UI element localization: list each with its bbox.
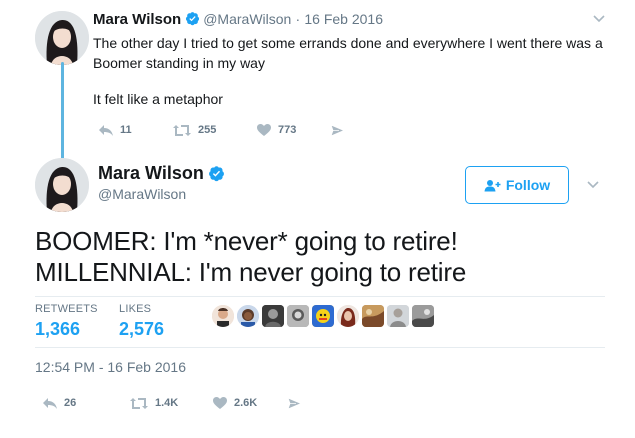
direct-message-icon xyxy=(287,396,302,410)
reply-action[interactable]: 11 xyxy=(98,124,172,137)
divider xyxy=(35,296,605,297)
author-name[interactable]: Mara Wilson xyxy=(93,11,181,28)
like-count: 2.6K xyxy=(234,397,258,409)
chevron-down-icon[interactable] xyxy=(592,14,606,24)
verified-badge-icon xyxy=(186,12,200,26)
main-tweet-avatar[interactable] xyxy=(35,158,89,212)
thread-connector-line xyxy=(61,62,64,160)
reply-icon xyxy=(99,124,113,136)
thread-tweet-header: Mara Wilson @MaraWilson · 16 Feb 2016 xyxy=(93,11,383,28)
main-author-name[interactable]: Mara Wilson xyxy=(98,163,228,184)
retweet-icon xyxy=(173,124,191,136)
liker-avatar[interactable] xyxy=(387,305,409,327)
likes-stat[interactable]: LIKES 2,576 xyxy=(119,303,164,340)
verified-badge-icon xyxy=(208,166,224,182)
reply-count: 26 xyxy=(64,397,77,409)
tweet-text-line: The other day I tried to get some errand… xyxy=(93,35,603,71)
retweets-value: 1,366 xyxy=(35,319,81,339)
heart-icon xyxy=(213,397,227,409)
thread-tweet-text: The other day I tried to get some errand… xyxy=(93,33,613,109)
thread-tweet-actions: 11 255 773 xyxy=(98,123,345,137)
main-tweet-text: BOOMER: I'm *never* going to retire! MIL… xyxy=(35,226,615,288)
liker-avatar[interactable] xyxy=(312,305,334,327)
liker-avatars xyxy=(212,305,437,327)
follow-button[interactable]: Follow xyxy=(465,166,569,204)
main-tweet-actions: 26 1.4K 2.6K xyxy=(42,396,302,410)
heart-icon xyxy=(257,124,271,136)
like-action[interactable]: 2.6K xyxy=(212,396,287,410)
follow-label: Follow xyxy=(505,177,551,193)
thread-tweet: Mara Wilson @MaraWilson · 16 Feb 2016 The… xyxy=(0,0,635,160)
liker-avatar[interactable] xyxy=(362,305,384,327)
tweet-date[interactable]: 16 Feb 2016 xyxy=(304,11,383,27)
dm-action[interactable] xyxy=(287,396,302,410)
thread-tweet-avatar[interactable] xyxy=(35,11,89,65)
liker-avatar[interactable] xyxy=(212,305,234,327)
add-user-icon xyxy=(484,179,501,191)
main-author-handle[interactable]: @MaraWilson xyxy=(98,186,186,202)
liker-avatar[interactable] xyxy=(262,305,284,327)
reply-count: 11 xyxy=(120,124,132,136)
reply-action[interactable]: 26 xyxy=(42,397,129,410)
retweet-action[interactable]: 1.4K xyxy=(129,397,212,410)
retweet-action[interactable]: 255 xyxy=(172,124,256,137)
liker-avatar[interactable] xyxy=(237,305,259,327)
retweets-stat[interactable]: RETWEETS 1,366 xyxy=(35,303,98,340)
divider xyxy=(35,347,605,348)
retweet-icon xyxy=(130,397,148,409)
liker-avatar[interactable] xyxy=(412,305,434,327)
tweet-text-line: It felt like a metaphor xyxy=(93,91,223,107)
author-handle[interactable]: @MaraWilson xyxy=(203,11,291,27)
liker-avatar[interactable] xyxy=(287,305,309,327)
dm-action[interactable] xyxy=(330,123,345,137)
tweet-text-line: BOOMER: I'm *never* going to retire! xyxy=(35,226,458,256)
reply-icon xyxy=(43,397,57,409)
retweet-count: 255 xyxy=(198,124,217,136)
tweet-timestamp[interactable]: 12:54 PM - 16 Feb 2016 xyxy=(35,359,186,375)
direct-message-icon xyxy=(330,123,345,137)
like-count: 773 xyxy=(278,124,297,136)
meta-separator: · xyxy=(295,11,301,27)
like-action[interactable]: 773 xyxy=(256,123,330,137)
author-name[interactable]: Mara Wilson xyxy=(98,163,204,183)
chevron-down-icon[interactable] xyxy=(586,180,600,190)
retweets-label: RETWEETS xyxy=(35,303,98,315)
liker-avatar[interactable] xyxy=(337,305,359,327)
retweet-count: 1.4K xyxy=(155,397,179,409)
likes-value: 2,576 xyxy=(119,319,165,339)
likes-label: LIKES xyxy=(119,303,152,315)
tweet-text-line: MILLENNIAL: I'm never going to retire xyxy=(35,257,467,287)
